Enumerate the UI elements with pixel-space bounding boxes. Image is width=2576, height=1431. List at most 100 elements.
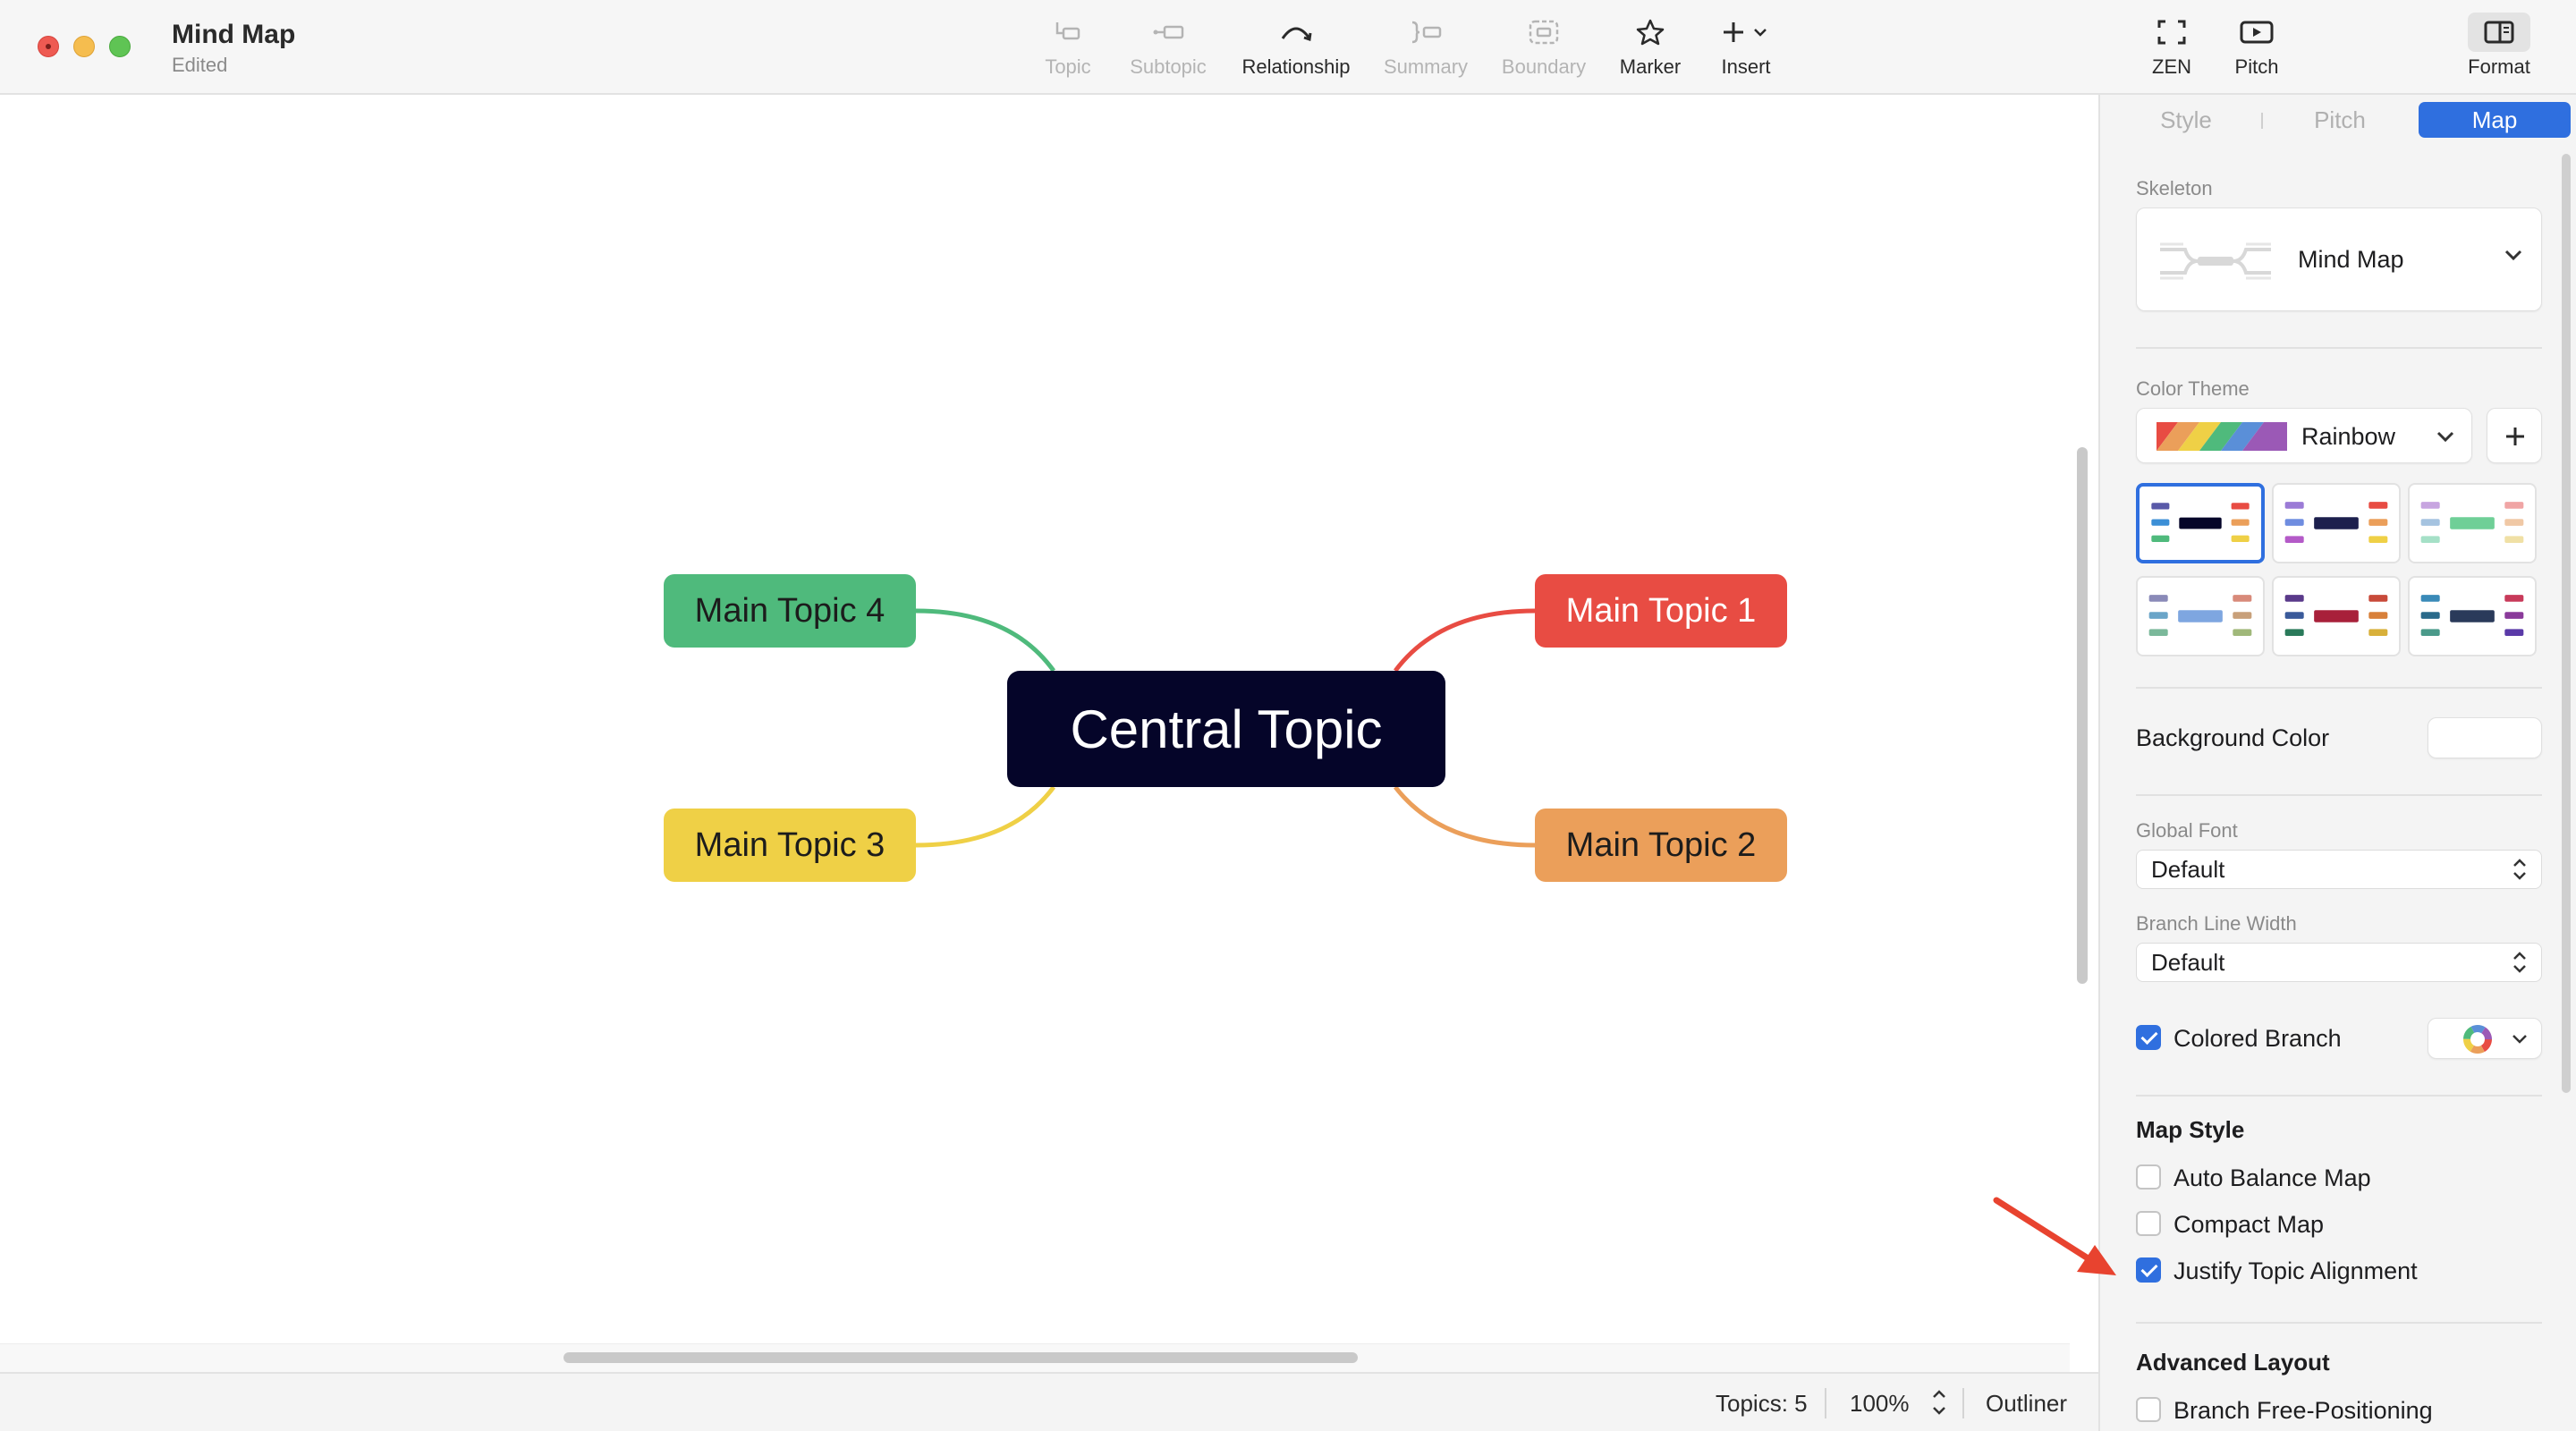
format-button[interactable]: Format [2462,13,2537,84]
central-topic-node[interactable]: Central Topic [1007,671,1445,787]
map-style-heading: Map Style [2136,1116,2245,1143]
tab-divider [2261,113,2263,129]
branch-line-2 [1394,785,1536,848]
plus-icon [2502,423,2529,454]
zoom-level[interactable]: 100% [1850,1390,1910,1418]
canvas-vertical-scrollbar[interactable] [2077,447,2088,984]
play-screen-icon [2239,13,2275,52]
tab-style[interactable]: Style [2111,102,2261,138]
updown-chevron-icon [2511,856,2529,883]
skeleton-value: Mind Map [2298,246,2404,273]
branch-line-width-label: Branch Line Width [2136,912,2297,935]
topic-count: Topics: 5 [1716,1390,1808,1417]
status-divider [1962,1388,1964,1418]
chevron-down-icon [2436,429,2455,448]
section-divider [2136,687,2542,689]
tab-map[interactable]: Map [2419,102,2571,138]
branch-line-width-select[interactable]: Default [2136,943,2542,982]
branch-free-positioning-checkbox[interactable] [2136,1397,2161,1422]
compact-map-label: Compact Map [2174,1211,2325,1238]
add-theme-button[interactable] [2487,408,2542,463]
panel-tabs: Style Pitch Map [2100,95,2576,145]
branch-line-width-value: Default [2151,948,2225,976]
section-divider [2136,1095,2542,1097]
boundary-button[interactable]: Boundary [1497,13,1590,84]
topic-button[interactable]: Topic [1041,13,1095,84]
color-theme-label: Color Theme [2136,377,2250,400]
auto-balance-label: Auto Balance Map [2174,1164,2371,1191]
global-font-value: Default [2151,855,2225,883]
global-font-label: Global Font [2136,819,2238,842]
theme-thumbnail-2[interactable] [2272,483,2401,563]
branch-color-picker[interactable] [2428,1018,2542,1059]
skeleton-preview-icon [2158,241,2275,286]
theme-thumbnail-4[interactable] [2136,576,2265,656]
fullscreen-icon [2157,13,2187,52]
app-window: Mind Map Edited Topic Subtopic Relations… [0,0,2576,1431]
format-panel: Style Pitch Map Skeleton Mind Map Color … [2098,95,2576,1431]
zoom-stepper-icon[interactable] [1928,1384,1950,1425]
summary-icon [1408,13,1444,52]
theme-preview-icon [2284,595,2388,636]
marker-button[interactable]: Marker [1615,13,1685,84]
color-theme-selector[interactable]: Rainbow [2136,408,2472,463]
annotation-arrow-icon [1993,1195,2127,1289]
branch-line-4 [915,608,1056,673]
branch-free-positioning-label: Branch Free-Positioning [2174,1397,2433,1424]
branch-line-3 [915,785,1056,848]
subtopic-button[interactable]: Subtopic [1125,13,1211,84]
star-icon [1635,13,1665,52]
background-color-well[interactable] [2428,717,2542,758]
tab-pitch[interactable]: Pitch [2265,102,2415,138]
skeleton-selector[interactable]: Mind Map [2136,207,2542,311]
subtopic-icon [1150,13,1186,52]
compact-map-checkbox[interactable] [2136,1211,2161,1236]
color-wheel-icon [2462,1024,2493,1059]
relationship-button[interactable]: Relationship [1238,13,1354,84]
document-title[interactable]: Mind Map [172,20,295,50]
sidebar-panel-icon [2468,13,2530,52]
status-bar: Topics: 5 100% Outliner [0,1372,2098,1431]
branch-line-1 [1393,608,1536,673]
boundary-icon [1528,13,1560,52]
theme-preview-icon [2420,502,2524,543]
canvas-horizontal-scrollbar[interactable] [564,1352,1358,1363]
maximize-window-button[interactable] [109,36,131,57]
topic-icon [1053,13,1083,52]
relationship-icon [1278,13,1314,52]
section-divider [2136,794,2542,796]
minimize-window-button[interactable] [73,36,95,57]
updown-chevron-icon [2511,949,2529,976]
global-font-select[interactable]: Default [2136,850,2542,889]
advanced-layout-heading: Advanced Layout [2136,1349,2330,1376]
theme-preview-icon [2284,502,2388,543]
main-topic-2-node[interactable]: Main Topic 2 [1535,809,1787,882]
status-divider [1825,1388,1826,1418]
justify-topic-alignment-label: Justify Topic Alignment [2174,1257,2418,1284]
justify-topic-alignment-checkbox[interactable] [2136,1257,2161,1283]
close-window-button[interactable] [38,36,59,57]
colored-branch-checkbox[interactable] [2136,1025,2161,1050]
theme-thumbnail-3[interactable] [2408,483,2537,563]
mind-map-canvas[interactable]: Central Topic Main Topic 1 Main Topic 2 … [0,95,2070,1372]
panel-scrollbar[interactable] [2562,154,2571,1093]
theme-preview-icon [2148,595,2252,636]
chevron-down-icon [2511,1033,2529,1050]
theme-thumbnail-1[interactable] [2136,483,2265,563]
main-topic-1-node[interactable]: Main Topic 1 [1535,574,1787,648]
zen-button[interactable]: ZEN [2138,13,2206,84]
background-color-label: Background Color [2136,724,2330,751]
theme-thumbnail-6[interactable] [2408,576,2537,656]
rainbow-swatch-icon [2157,422,2287,455]
pitch-button[interactable]: Pitch [2225,13,2288,84]
document-status: Edited [172,54,228,76]
theme-preview-icon [2420,595,2524,636]
main-topic-3-node[interactable]: Main Topic 3 [664,809,916,882]
main-topic-4-node[interactable]: Main Topic 4 [664,574,916,648]
outliner-button[interactable]: Outliner [1986,1390,2067,1418]
theme-thumbnail-5[interactable] [2272,576,2401,656]
summary-button[interactable]: Summary [1381,13,1470,84]
auto-balance-checkbox[interactable] [2136,1164,2161,1190]
color-theme-value: Rainbow [2301,423,2396,450]
insert-button[interactable]: Insert [1710,13,1782,84]
